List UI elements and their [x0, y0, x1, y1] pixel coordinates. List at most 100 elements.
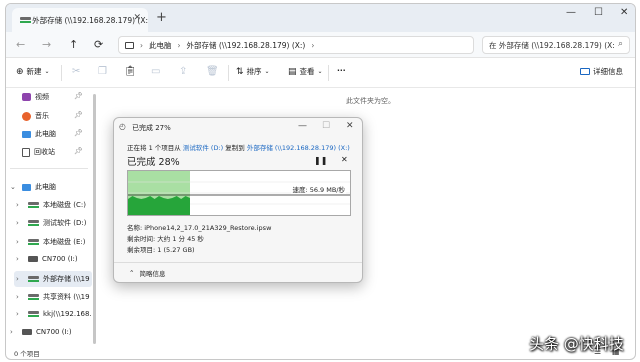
divider: [114, 262, 362, 263]
pin-icon[interactable]: 📌︎: [74, 111, 83, 119]
tree-item-drive-e[interactable]: › 本地磁盘 (E:): [16, 237, 85, 247]
dialog-close-button[interactable]: ✕: [346, 121, 354, 131]
clipboard-icon: 📋︎: [124, 66, 137, 77]
copy-button[interactable]: ❐: [98, 66, 107, 77]
drive-icon: [28, 201, 39, 209]
tree-item-shared-data[interactable]: › 共享资料 (\\19: [16, 292, 90, 302]
view-button[interactable]: ▤ 查看 ⌄: [288, 66, 323, 77]
empty-folder-message: 此文件夹为空。: [346, 97, 395, 105]
plus-circle-icon: ⊕: [16, 66, 24, 77]
sort-button[interactable]: ⇅ 排序 ⌄: [236, 66, 270, 77]
dialog-body: 正在将 1 个项目从 测试软件 (D:) 复制到 外部存储 (\\192.168…: [114, 138, 362, 284]
dialog-title: 已完成 27%: [132, 124, 171, 132]
chevron-down-icon: ⌄: [317, 68, 323, 75]
sort-label: 排序: [246, 67, 262, 76]
search-placeholder: 在 外部存储 (\\192.168.28.179) (X:: [489, 40, 615, 50]
close-window-button[interactable]: ✕: [620, 7, 628, 18]
up-arrow-icon[interactable]: ↑: [69, 38, 78, 51]
monitor-icon: [125, 41, 134, 49]
copy-icon: ❐: [98, 66, 107, 77]
sidebar-item-recycle-bin[interactable]: 回收站: [22, 147, 55, 157]
minimize-button[interactable]: —: [566, 7, 576, 18]
paste-button[interactable]: 📋︎: [124, 66, 137, 77]
destination-link[interactable]: 外部存储 (\\192.168.28.179) (X:): [247, 144, 350, 152]
maximize-button[interactable]: ☐: [594, 7, 603, 18]
command-bar: ⊕ 新建 ⌄ ✂ ❐ 📋︎ ▭ ⇪ 🗑︎ ⇅ 排序 ⌄ ▤ 查看 ⌄ ··· 详…: [6, 58, 635, 88]
drive-icon: [28, 219, 39, 227]
sidebar-item-videos[interactable]: 视频: [22, 92, 49, 102]
cancel-copy-button[interactable]: ✕: [341, 155, 348, 164]
usb-drive-icon: [22, 329, 32, 335]
sort-icon: ⇅: [236, 66, 244, 77]
cut-button[interactable]: ✂: [72, 66, 80, 77]
details-button[interactable]: 详细信息: [580, 66, 623, 77]
network-drive-icon: [20, 16, 32, 24]
view-label: 查看: [299, 67, 315, 76]
transfer-speed: 速度: 56.9 MB/秒: [291, 184, 346, 194]
breadcrumb-external-storage[interactable]: 外部存储 (\\192.168.28.179) (X:): [187, 40, 306, 51]
tab-close-icon[interactable]: ✕: [133, 13, 141, 23]
chevron-down-icon: ⌄: [44, 68, 50, 75]
fewer-details-button[interactable]: ⌃ 简略信息: [129, 268, 165, 278]
chevron-right-icon: ›: [16, 275, 19, 283]
pc-icon: [22, 183, 31, 191]
more-options-button[interactable]: ···: [337, 66, 346, 75]
rename-icon: ▭: [151, 66, 161, 77]
new-button[interactable]: ⊕ 新建 ⌄: [16, 66, 50, 77]
sidebar-item-music[interactable]: 音乐: [22, 111, 49, 121]
tree-item-label: CN700 (I:): [36, 328, 72, 336]
search-input[interactable]: 在 外部存储 (\\192.168.28.179) (X: ⌕: [482, 36, 630, 54]
recycle-bin-icon: [22, 147, 30, 157]
title-bar: 外部存储 (\\192.168.28.179) (X: ✕ + — ☐ ✕: [6, 4, 635, 32]
sidebar-item-this-pc[interactable]: 此电脑: [22, 129, 56, 139]
chevron-right-icon: ›: [16, 255, 19, 263]
scissors-icon: ✂: [72, 66, 81, 77]
trash-icon: 🗑︎: [206, 66, 219, 77]
share-button[interactable]: ⇪: [179, 66, 187, 77]
tree-item-label: 此电脑: [35, 183, 56, 191]
tree-item-this-pc[interactable]: ⌄ 此电脑: [10, 182, 56, 192]
item-count: 0 个项目: [14, 350, 40, 358]
new-tab-button[interactable]: +: [156, 10, 167, 25]
tab-title: 外部存储 (\\192.168.28.179) (X:: [32, 15, 148, 25]
forward-arrow-icon[interactable]: →: [42, 38, 51, 51]
network-drive-icon: [28, 275, 39, 283]
sidebar-item-label: 回收站: [34, 148, 55, 156]
dialog-minimize-button[interactable]: —: [298, 121, 307, 131]
watermark: 头条 @快科技: [529, 335, 624, 353]
sidebar-item-label: 音乐: [35, 112, 49, 120]
tree-item-cn700-root[interactable]: › CN700 (I:): [10, 328, 72, 336]
tab-external-storage[interactable]: 外部存储 (\\192.168.28.179) (X: ✕: [12, 8, 148, 32]
share-icon: ⇪: [179, 66, 188, 77]
rename-button[interactable]: ▭: [151, 66, 160, 77]
fewer-details-label: 简略信息: [139, 270, 166, 278]
copy-mid: 复制到: [225, 144, 245, 152]
usb-drive-icon: [28, 256, 38, 262]
copy-description: 正在将 1 个项目从 测试软件 (D:) 复制到 外部存储 (\\192.168…: [127, 142, 350, 152]
pause-button[interactable]: ❚❚: [314, 156, 327, 165]
breadcrumb[interactable]: › 此电脑 › 外部存储 (\\192.168.28.179) (X:) ›: [118, 36, 474, 54]
delete-button[interactable]: 🗑︎: [206, 66, 219, 77]
source-link[interactable]: 测试软件 (D:): [183, 144, 223, 152]
pin-icon[interactable]: 📌︎: [74, 147, 83, 155]
tree-item-label: 外部存储 (\\19: [43, 275, 90, 283]
pin-icon[interactable]: 📌︎: [74, 92, 83, 100]
tree-item-cn700[interactable]: › CN700 (I:): [16, 255, 78, 263]
details-pane-icon: [580, 68, 590, 75]
sidebar-item-label: 此电脑: [35, 130, 56, 138]
chevron-right-icon: ›: [16, 310, 19, 318]
tree-item-external-storage[interactable]: › 外部存储 (\\19: [14, 271, 92, 287]
chevron-right-icon: ›: [16, 238, 19, 246]
tree-item-drive-d[interactable]: › 测试软件 (D:): [16, 218, 86, 228]
refresh-icon[interactable]: ⟳: [94, 38, 103, 51]
divider: [61, 65, 62, 81]
breadcrumb-this-pc[interactable]: 此电脑: [149, 40, 172, 51]
network-drive-icon: [28, 310, 39, 318]
tree-item-kkj[interactable]: › kkj(\\192.168.: [16, 310, 92, 318]
sidebar-scrollbar[interactable]: [93, 94, 96, 344]
copy-progress-dialog: ◴ 已完成 27% — ☐ ✕ 正在将 1 个项目从 测试软件 (D:) 复制到…: [113, 117, 363, 283]
back-arrow-icon[interactable]: ←: [16, 38, 25, 51]
chevron-right-icon: ›: [177, 40, 181, 50]
pin-icon[interactable]: 📌︎: [74, 129, 83, 137]
tree-item-drive-c[interactable]: › 本地磁盘 (C:): [16, 200, 86, 210]
